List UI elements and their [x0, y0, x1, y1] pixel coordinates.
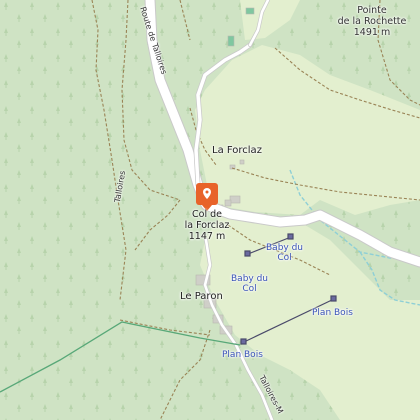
map-view[interactable]: Pointe de la Rochette 1491 m Route de Ta… [0, 0, 420, 420]
peak-elevation: 1491 m [353, 26, 391, 38]
pass-elevation: 1147 m [188, 230, 226, 242]
place-label-la-forclaz[interactable]: La Forclaz [212, 145, 262, 157]
peak-name: Pointe de la Rochette [337, 5, 407, 27]
peak-pointe-rochette-label[interactable]: Pointe de la Rochette 1491 m [332, 5, 412, 39]
place-label-le-paron[interactable]: Le Paron [180, 291, 223, 303]
pass-name: Col de la Forclaz [184, 209, 230, 231]
lift-label-plan-bois-lower[interactable]: Plan Bois [222, 350, 263, 360]
lift-label-baby-du-col-upper[interactable]: Baby du Col [266, 243, 303, 264]
lift-label-plan-bois-upper[interactable]: Plan Bois [312, 308, 353, 318]
pass-col-forclaz-label[interactable]: Col de la Forclaz 1147 m [176, 209, 238, 243]
lift-label-baby-du-col-lower[interactable]: Baby du Col [231, 274, 268, 295]
